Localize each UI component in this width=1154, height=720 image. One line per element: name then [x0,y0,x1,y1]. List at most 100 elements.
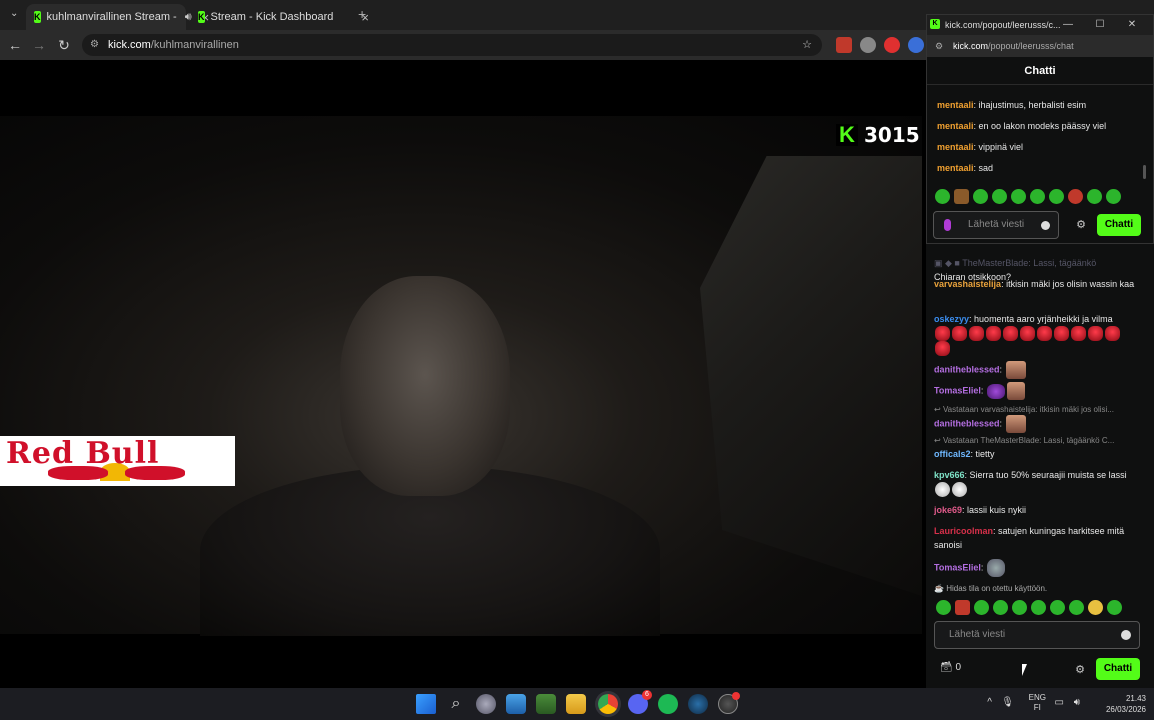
chat-message: mentaali: ihajustimus, herbalisti esim [937,100,1087,110]
chat-settings-gear-icon[interactable]: ⚙ [1074,664,1086,676]
tab-dashboard[interactable]: K Stream - Kick Dashboard × [190,4,369,30]
extension-blue-icon[interactable] [908,37,924,53]
emoji-picker-icon[interactable] [1041,221,1050,230]
tab-list-chevron-icon[interactable]: ⌄ [10,8,18,19]
emote-quick-bar [935,189,1121,204]
emote-icon[interactable] [935,189,950,204]
emote-icon[interactable] [1030,189,1045,204]
language-indicator[interactable]: ENG FI [1029,693,1046,713]
chat-username[interactable]: joke69 [934,505,962,515]
extension-calendar-icon[interactable] [836,37,852,53]
chat-username[interactable]: TomasEliel [934,562,981,572]
chat-username[interactable]: kpv666 [934,470,965,480]
emote-icon[interactable] [1107,600,1122,615]
emote-icon[interactable] [954,189,969,204]
site-info-icon[interactable]: ⚙ [90,34,99,56]
language-primary: ENG [1028,693,1046,702]
reply-reference[interactable]: ↩ Vastataan varvashaistelija: itkisin mä… [934,405,1148,414]
terminal-app-icon[interactable] [536,694,556,714]
emoji-picker-icon[interactable] [1121,630,1131,640]
discord-app-icon[interactable]: 6 [628,690,652,714]
chat-username[interactable]: mentaali [937,163,974,173]
bookmark-star-icon[interactable]: ☆ [802,34,812,56]
chat-username[interactable]: danitheblessed [934,364,1000,374]
popout-message-input[interactable]: Lähetä viesti [933,211,1059,239]
popout-window-title: kick.com/popout/leerusss/c... [945,20,1061,30]
emote-icon[interactable] [1050,600,1065,615]
language-secondary: FI [1033,703,1041,712]
obs-app-icon[interactable] [718,692,740,714]
clock-time: 21.43 [1125,694,1146,703]
emote-icon[interactable] [1031,600,1046,615]
settings-app-icon[interactable] [476,694,496,714]
steam-app-icon[interactable] [688,694,708,714]
windows-taskbar: ⌕ 6 ^ 🎙︎ ENG FI ▭ 🔊︎ 21.43 26/03/2026 [0,688,1154,720]
chrome-app-icon[interactable] [598,694,618,714]
volume-icon[interactable]: 🔊︎ [1074,697,1080,708]
popout-send-button[interactable]: Chatti [1097,214,1141,236]
popout-scrollbar[interactable] [1143,165,1146,179]
emote-icon[interactable] [1069,600,1084,615]
emote-icon[interactable] [993,600,1008,615]
network-icon[interactable]: ▭ [1055,697,1064,708]
emote-icon [952,326,967,342]
extension-glasses-icon[interactable] [860,37,876,53]
streamer-face [340,276,510,496]
reply-reference[interactable]: ↩ Vastataan TheMasterBlade: Lassi, tägää… [934,436,1148,445]
forward-icon[interactable]: → [30,36,48,54]
chat-username[interactable]: mentaali [937,121,974,131]
video-player[interactable]: Red Bull K 3015 [0,60,922,688]
clock[interactable]: 21.43 26/03/2026 [1088,693,1146,715]
chat-username[interactable]: mentaali [937,142,974,152]
emote-icon[interactable] [974,600,989,615]
site-info-icon[interactable]: ⚙ [935,35,943,57]
emote-icon[interactable] [1088,600,1103,615]
photos-app-icon[interactable] [506,694,526,714]
extension-red-icon[interactable] [884,37,900,53]
minimize-icon[interactable]: — [1057,15,1079,35]
chat-message-faded: : Lassi, tägäänkö [1028,258,1097,268]
emote-icon[interactable] [955,600,970,615]
tab-stream[interactable]: K kuhlmanvirallinen Stream - 🔊︎ × [26,4,209,30]
emote-icon[interactable] [936,600,951,615]
emote-icon[interactable] [1087,189,1102,204]
close-window-icon[interactable]: ✕ [1121,15,1143,35]
chat-message-input[interactable]: Lähetä viesti [934,621,1140,649]
chat-username[interactable]: Lauricoolman [934,526,993,536]
back-icon[interactable]: ← [6,36,24,54]
show-hidden-icons-icon[interactable]: ^ [987,697,992,708]
chat-username[interactable]: danitheblessed [934,418,1000,428]
popout-address-bar[interactable]: ⚙ kick.com/popout/leerusss/chat [927,35,1153,57]
chat-message: mentaali: vippinä viel [937,142,1024,152]
popout-chat-header: Chatti [927,57,1153,85]
chat-username[interactable]: TomasEliel [934,385,981,395]
chat-settings-gear-icon[interactable]: ⚙ [1075,219,1087,231]
search-icon[interactable]: ⌕ [446,694,466,714]
chat-username[interactable]: varvashaistelija [934,279,1001,289]
emote-icon[interactable] [1106,189,1121,204]
chat-send-button[interactable]: Chatti [1096,658,1140,680]
address-bar[interactable]: ⚙ kick.com/kuhlmanvirallinen ☆ [82,34,822,56]
emote-icon[interactable] [1011,189,1026,204]
chat-username[interactable]: mentaali [937,100,974,110]
emote-icon[interactable] [973,189,988,204]
microphone-tray-icon[interactable]: 🎙︎ [1001,697,1014,708]
recording-dot-icon [732,692,740,700]
emote-icon[interactable] [1068,189,1083,204]
channel-points[interactable]: 🗃︎ 0 [940,662,961,673]
windows-start-icon[interactable] [416,694,436,714]
emote-icon[interactable] [1012,600,1027,615]
spotify-app-icon[interactable] [658,694,678,714]
emote-icon[interactable] [992,189,1007,204]
microphone-icon[interactable] [944,219,951,231]
reload-icon[interactable]: ↻ [55,36,73,54]
emote-icon[interactable] [1049,189,1064,204]
emote-icon [935,482,950,498]
new-tab-icon[interactable]: + [358,6,366,22]
chat-message: TomasEliel: [934,382,1144,400]
maximize-icon[interactable]: ☐ [1089,15,1111,35]
file-explorer-icon[interactable] [566,694,586,714]
emote-icon [986,559,1005,577]
chat-username[interactable]: officals2 [934,449,971,459]
chat-username[interactable]: oskezyy [934,314,969,324]
